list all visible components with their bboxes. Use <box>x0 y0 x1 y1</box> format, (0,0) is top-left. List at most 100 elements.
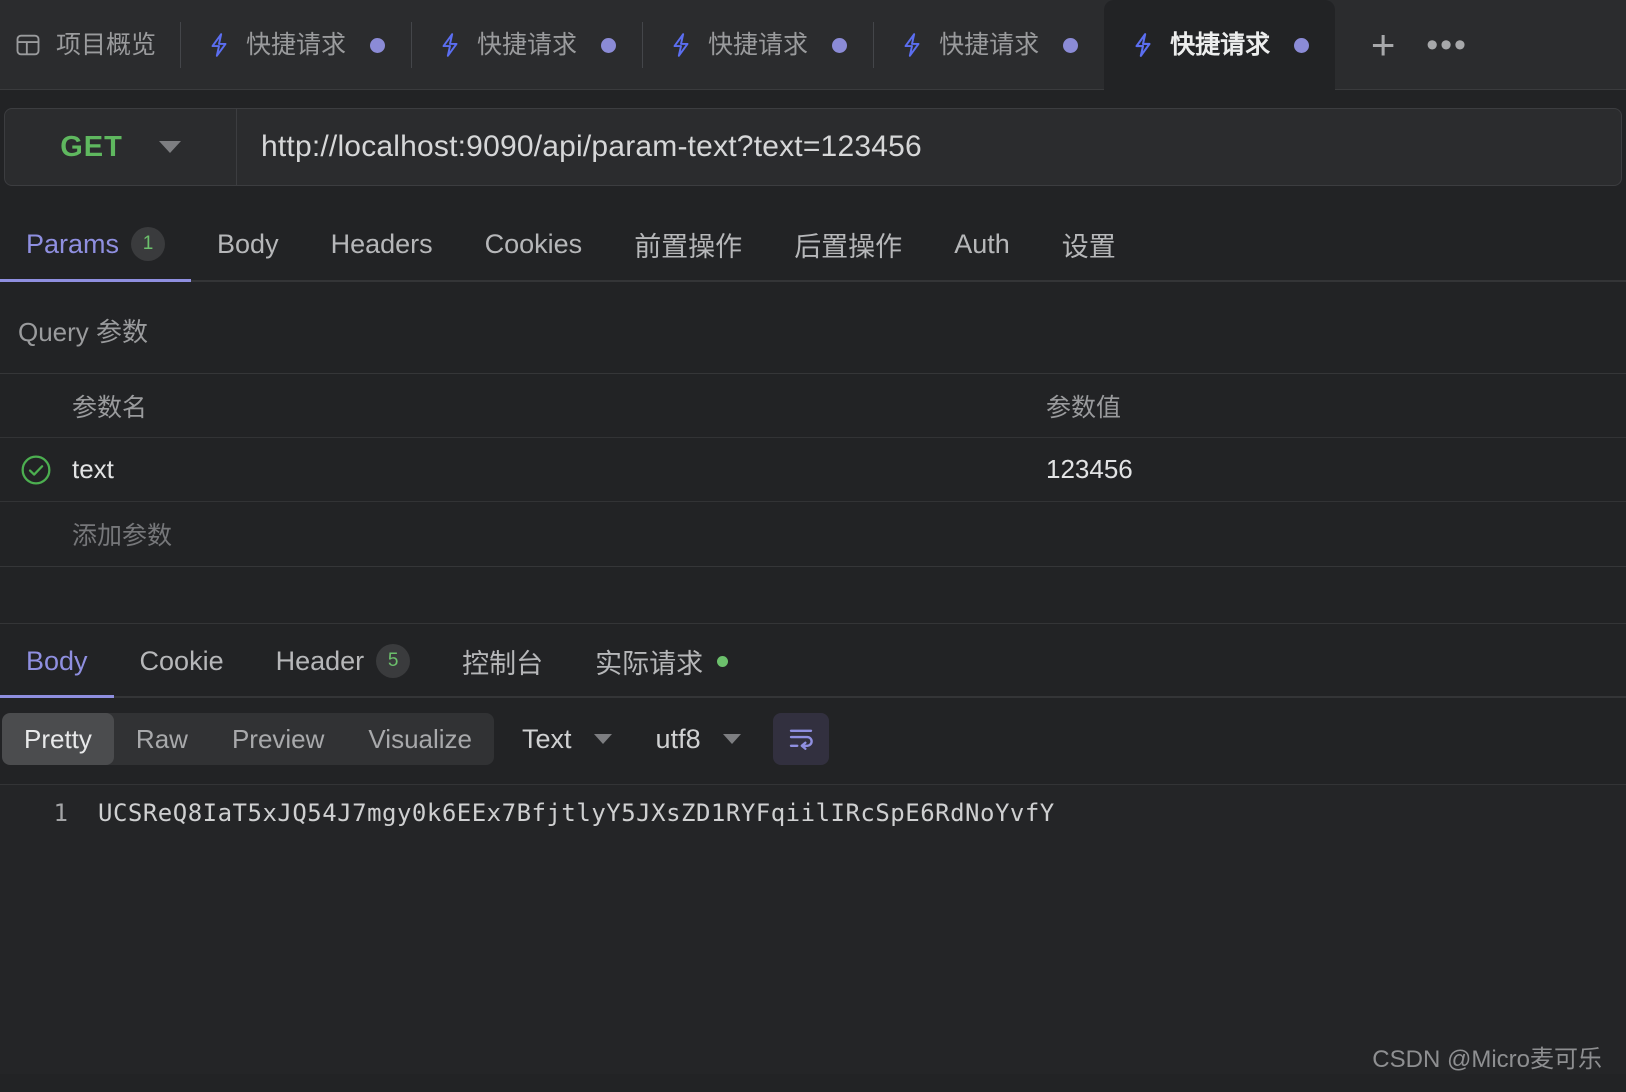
tab-cookies[interactable]: Cookies <box>459 206 609 282</box>
view-mode-pretty-label: Pretty <box>24 723 92 754</box>
param-name-cell[interactable]: text <box>72 454 1046 485</box>
method-label: GET <box>60 130 123 163</box>
add-tab-button[interactable]: + <box>1353 15 1413 75</box>
url-input[interactable]: http://localhost:9090/api/param-text?tex… <box>237 109 1621 185</box>
response-tab-actual-request[interactable]: 实际请求 <box>569 624 754 698</box>
chevron-down-icon <box>593 734 612 744</box>
tab-divider <box>411 22 413 68</box>
response-tabs: Body Cookie Header 5 控制台 实际请求 <box>0 624 1626 698</box>
unsaved-dot-icon <box>1063 37 1079 53</box>
url-bar: GET http://localhost:9090/api/param-text… <box>4 108 1622 186</box>
response-tab-header-label: Header <box>275 645 365 676</box>
response-tab-console-label: 控制台 <box>462 648 544 679</box>
tab-headers-label: Headers <box>330 228 433 259</box>
line-number: 1 <box>53 799 68 827</box>
method-selector[interactable]: GET <box>5 109 237 185</box>
view-mode-raw[interactable]: Raw <box>114 713 210 765</box>
bolt-icon <box>437 30 463 60</box>
tab-quick-request-3[interactable]: 快捷请求 <box>642 0 873 90</box>
table-header-row: 参数名 参数值 <box>0 374 1626 438</box>
query-params-title: Query 参数 <box>18 317 149 347</box>
param-enabled-checkbox[interactable] <box>0 454 72 486</box>
charset-selector[interactable]: utf8 <box>628 724 757 755</box>
ellipsis-icon: ••• <box>1426 25 1468 64</box>
plus-icon: + <box>1370 21 1396 68</box>
add-param-row[interactable]: 添加参数 <box>0 502 1626 566</box>
response-tab-body[interactable]: Body <box>0 624 114 698</box>
param-value-cell[interactable]: 123456 <box>1046 454 1626 485</box>
query-params-table: 参数名 参数值 text 123456 添加参数 <box>0 373 1626 567</box>
unsaved-dot-icon <box>832 37 848 53</box>
column-header-name: 参数名 <box>72 393 148 422</box>
tab-project-overview-label: 项目概览 <box>56 30 157 59</box>
tab-label: 快捷请求 <box>939 30 1040 59</box>
chevron-down-icon <box>722 734 741 744</box>
table-row[interactable]: text 123456 <box>0 438 1626 502</box>
tab-params-label: Params <box>26 228 120 259</box>
tab-divider <box>180 22 182 68</box>
response-tab-actual-request-label: 实际请求 <box>595 648 704 679</box>
unsaved-dot-icon <box>601 37 617 53</box>
response-tab-cookie[interactable]: Cookie <box>114 624 250 698</box>
params-count-badge: 1 <box>131 227 166 261</box>
tab-auth-label: Auth <box>954 228 1010 259</box>
tab-divider <box>873 22 875 68</box>
status-dot-icon <box>717 655 729 667</box>
view-mode-visualize-label: Visualize <box>368 723 473 754</box>
bolt-icon <box>1130 30 1156 60</box>
tab-post-operation[interactable]: 后置操作 <box>768 206 928 282</box>
tab-body[interactable]: Body <box>191 206 305 282</box>
tab-auth[interactable]: Auth <box>928 206 1036 282</box>
check-circle-icon <box>20 454 52 486</box>
layout-icon <box>14 31 42 59</box>
response-body-editor[interactable]: 1 UCSReQ8IaT5xJQ54J7mgy0k6EEx7BfjtlyY5JX… <box>0 784 1626 1074</box>
format-selector-value: Text <box>522 723 572 754</box>
tab-label: 快捷请求 <box>1170 30 1271 59</box>
tab-bar: 项目概览 快捷请求 快捷请求 快捷请求 快捷请求 快捷请求 + ••• <box>0 0 1626 90</box>
body-view-mode-group: Pretty Raw Preview Visualize <box>2 713 495 765</box>
tab-pre-operation[interactable]: 前置操作 <box>608 206 768 282</box>
body-view-toolbar: Pretty Raw Preview Visualize Text utf8 <box>0 708 1626 770</box>
tab-quick-request-5-active[interactable]: 快捷请求 <box>1104 0 1336 90</box>
bolt-icon <box>668 30 694 60</box>
watermark: CSDN @Micro麦可乐 <box>1372 1046 1602 1073</box>
unsaved-dot-icon <box>1294 37 1310 53</box>
request-tabs: Params 1 Body Headers Cookies 前置操作 后置操作 … <box>0 206 1626 282</box>
tab-quick-request-2[interactable]: 快捷请求 <box>411 0 642 90</box>
response-tab-cookie-label: Cookie <box>139 645 224 676</box>
tab-label: 快捷请求 <box>708 30 809 59</box>
tab-post-operation-label: 后置操作 <box>794 231 903 262</box>
header-count-badge: 5 <box>376 644 411 678</box>
word-wrap-toggle-button[interactable] <box>772 713 829 765</box>
response-tab-header[interactable]: Header 5 <box>250 624 437 698</box>
view-mode-preview[interactable]: Preview <box>210 713 346 765</box>
view-mode-raw-label: Raw <box>135 723 188 754</box>
column-header-value: 参数值 <box>1046 393 1122 422</box>
tab-quick-request-1[interactable]: 快捷请求 <box>180 0 411 90</box>
view-mode-preview-label: Preview <box>231 723 325 754</box>
response-body-text: UCSReQ8IaT5xJQ54J7mgy0k6EEx7BfjtlyY5JXsZ… <box>98 799 1055 827</box>
tab-settings-label: 设置 <box>1061 231 1116 262</box>
tab-bar-actions: + ••• <box>1335 0 1477 90</box>
tab-body-label: Body <box>217 228 279 259</box>
tab-label: 快捷请求 <box>246 30 347 59</box>
tab-project-overview[interactable]: 项目概览 <box>0 0 180 90</box>
word-wrap-icon <box>786 722 816 757</box>
unsaved-dot-icon <box>370 37 386 53</box>
tab-cookies-label: Cookies <box>484 228 583 259</box>
tab-more-button[interactable]: ••• <box>1417 15 1477 75</box>
tab-headers[interactable]: Headers <box>305 206 459 282</box>
bolt-icon <box>899 30 925 60</box>
tab-quick-request-4[interactable]: 快捷请求 <box>873 0 1104 90</box>
tab-settings[interactable]: 设置 <box>1036 206 1142 282</box>
format-selector[interactable]: Text <box>494 724 628 755</box>
tab-pre-operation-label: 前置操作 <box>634 231 743 262</box>
add-param-placeholder: 添加参数 <box>72 522 173 550</box>
view-mode-pretty[interactable]: Pretty <box>2 713 114 765</box>
bolt-icon <box>206 30 232 60</box>
tab-divider <box>642 22 644 68</box>
response-tab-console[interactable]: 控制台 <box>436 624 569 698</box>
tab-label: 快捷请求 <box>477 30 578 59</box>
view-mode-visualize[interactable]: Visualize <box>346 713 494 765</box>
tab-params[interactable]: Params 1 <box>0 206 192 282</box>
